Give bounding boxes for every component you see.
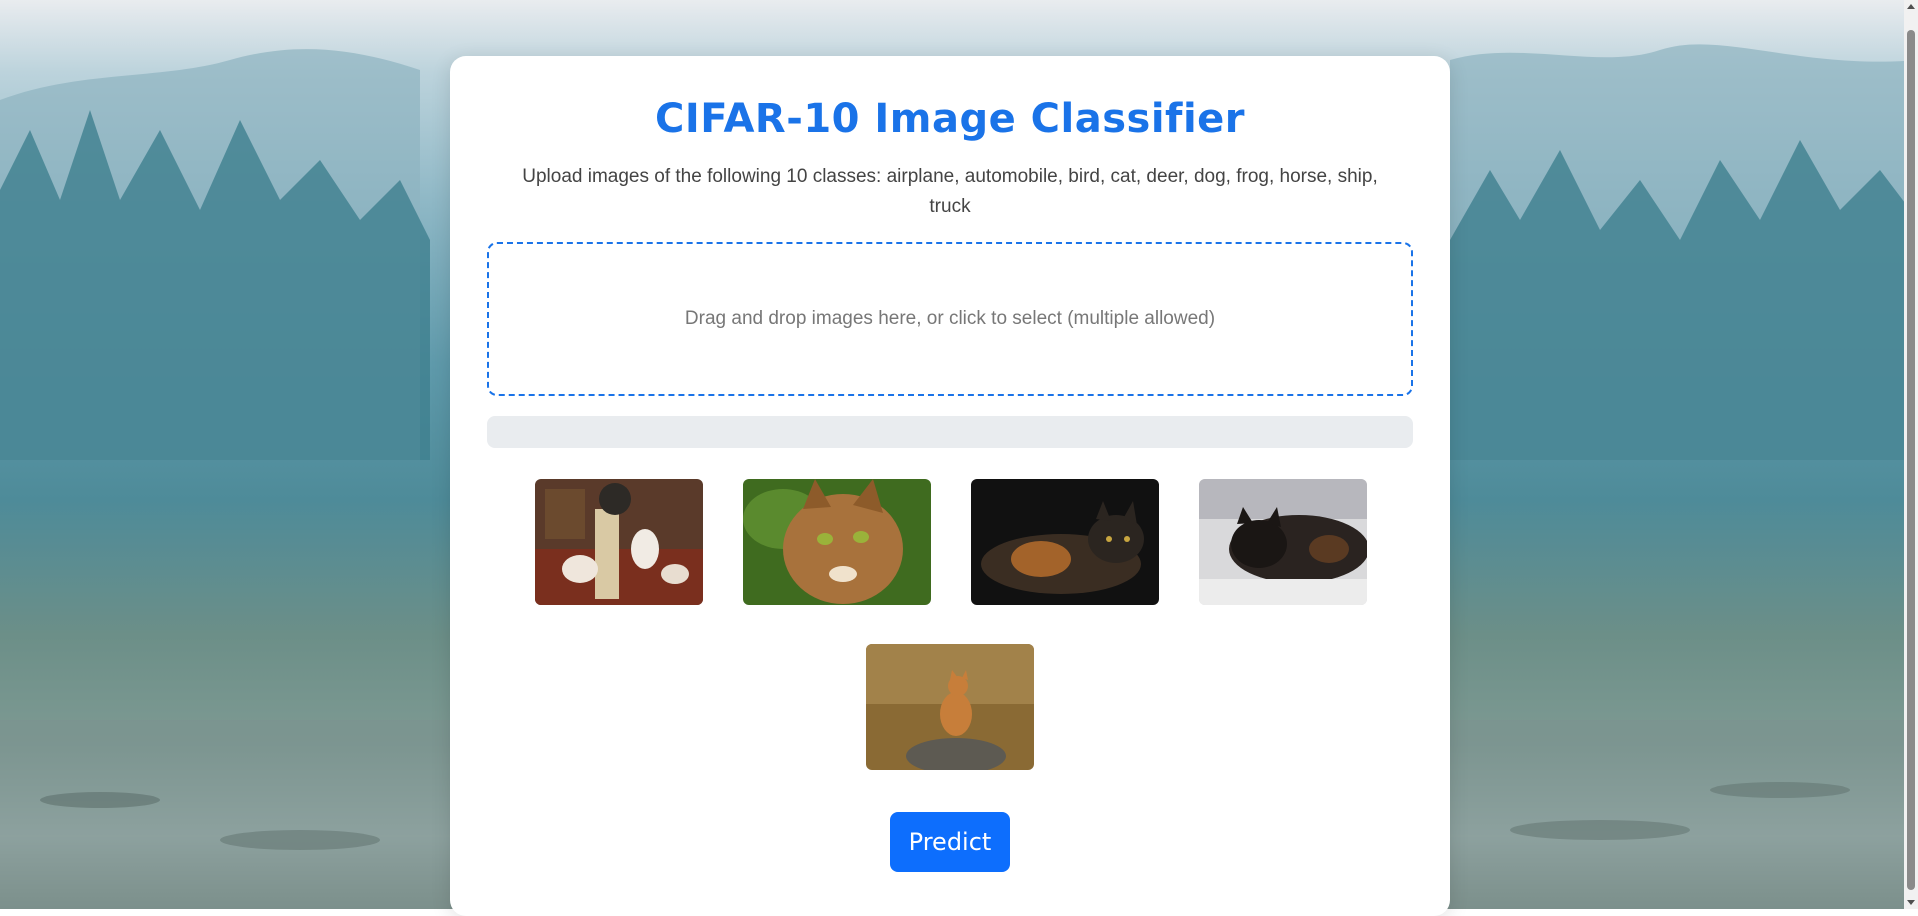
scrollbar-thumb[interactable] [1907,30,1915,890]
page-subtitle: Upload images of the following 10 classe… [522,166,1378,217]
preview-image-kittens [535,479,703,605]
preview-image [866,644,1034,770]
page-title: CIFAR-10 Image Classifier [654,96,1246,142]
image-dropzone[interactable]: Drag and drop images here, or click to s… [487,242,1413,396]
predict-button[interactable]: Predict [890,812,1010,872]
preview-image-tortoiseshell [971,479,1159,605]
classifier-card: CIFAR-10 Image Classifier Upload images … [450,56,1450,916]
upload-progress-bar [487,416,1413,448]
preview-image-bengal [743,479,931,605]
preview-image [743,479,931,605]
dropzone-text: Drag and drop images here, or click to s… [684,308,1216,329]
preview-image [535,479,703,605]
preview-image-black-cat [1199,479,1367,605]
preview-image [1199,479,1367,605]
preview-image-orange-cat [866,644,1034,770]
scroll-up-icon[interactable] [1907,4,1915,9]
page-scrollbar[interactable] [1904,0,1918,909]
scroll-down-icon[interactable] [1907,900,1915,905]
preview-image [971,479,1159,605]
